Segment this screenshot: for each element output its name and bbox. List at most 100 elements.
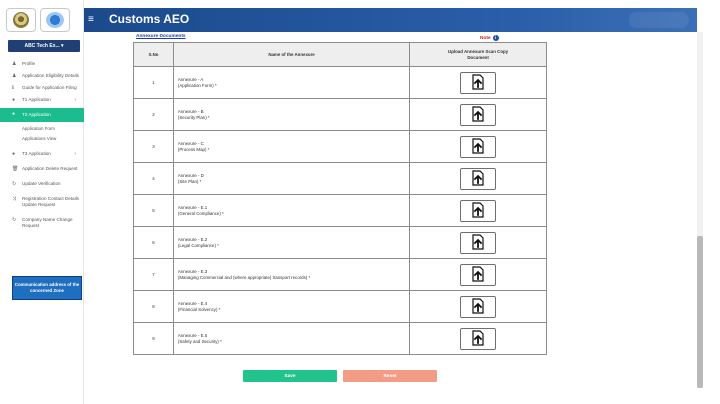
header-upload: Upload Annexure Scan Copy Document xyxy=(409,42,547,67)
table-row: 6 Annexure - E.2 (Legal Compliance) * xyxy=(133,226,547,259)
upload-icon-svg xyxy=(472,266,484,282)
upload-button[interactable] xyxy=(460,71,497,94)
page: ABC Tech Ex... ▾ ♟ Profile ♟ Application… xyxy=(0,0,720,404)
logo-row xyxy=(6,8,70,32)
table-row: 5 Annexure - E.1 (General Compliance) * xyxy=(133,194,547,227)
upload-icon-svg xyxy=(472,202,484,218)
app-header: ≡ Customs AEO xyxy=(84,8,697,32)
annexure-description: (Financial Solvency) * xyxy=(177,306,221,312)
row-sno: 8 xyxy=(133,290,174,323)
header-sno: S.No xyxy=(133,42,174,67)
header-decoration xyxy=(629,12,689,28)
table-row: 9 Annexure - E.5 (Safety and Security) * xyxy=(133,322,547,355)
upload-icon-svg xyxy=(472,170,484,186)
annexure-description: (Process Map) * xyxy=(177,146,210,152)
sidebar-item-profile[interactable]: ♟ Profile xyxy=(0,58,84,70)
sidebar-item-update-verification[interactable]: ↻ Update Verification xyxy=(0,178,84,190)
upload-icon-svg xyxy=(472,74,484,90)
row-annexure-name: Annexure - B (Security Plan) * xyxy=(172,98,411,131)
upload-icon-svg xyxy=(472,234,484,250)
shuffle-icon: ⤨ xyxy=(12,196,17,202)
upload-icon-svg xyxy=(472,138,484,154)
sidebar-item-guide[interactable]: ℹ Guide for Application Filing xyxy=(0,82,84,94)
aeo-logo xyxy=(40,8,70,32)
row-upload-cell xyxy=(409,322,547,355)
upload-file-icon xyxy=(471,138,485,155)
upload-icon-svg xyxy=(472,298,484,314)
annexure-description: (Site Plan) * xyxy=(177,178,202,184)
info-icon[interactable]: i xyxy=(492,35,499,41)
row-sno: 3 xyxy=(133,130,174,163)
row-annexure-name: Annexure - E.4 (Financial Solvency) * xyxy=(172,290,411,323)
info-icon: ℹ xyxy=(12,85,14,91)
company-selector[interactable]: ABC Tech Ex... ▾ xyxy=(8,40,80,52)
save-button[interactable]: Save xyxy=(243,370,337,382)
zone-address-notice[interactable]: Communication address of the concerned Z… xyxy=(12,276,82,300)
row-sno: 6 xyxy=(133,226,174,259)
row-sno: 7 xyxy=(133,258,174,291)
sidebar-item-delete-request[interactable]: 🗑 Application Delete Request xyxy=(0,163,84,175)
upload-file-icon xyxy=(471,330,485,347)
row-sno: 1 xyxy=(133,66,174,99)
annexure-description: (Managing Commercial and (where appropri… xyxy=(177,274,311,280)
upload-file-icon xyxy=(471,202,485,219)
table-row: 7 Annexure - E.3 (Managing Commercial and … xyxy=(133,258,547,291)
sidebar-subitem-applications-view[interactable]: Applications View xyxy=(0,134,84,144)
chevron-right-icon: › xyxy=(74,151,76,157)
note-label: Note xyxy=(480,35,491,41)
sidebar-item-name-change[interactable]: ↻ Company Name Change Request xyxy=(0,214,84,232)
annexure-description: (Safety and Security) * xyxy=(177,338,222,344)
row-annexure-name: Annexure - E.3 (Managing Commercial and (… xyxy=(172,258,411,291)
upload-button[interactable] xyxy=(460,327,497,350)
table-row: 4 Annexure - D (Site Plan) * xyxy=(133,162,547,195)
sidebar-item-t2[interactable]: ● T2 Application xyxy=(0,108,84,122)
user-icon: ♟ xyxy=(12,73,17,79)
table-header-row: S.No Name of the Annexure Upload Annexur… xyxy=(133,42,547,67)
row-annexure-name: Annexure - D (Site Plan) * xyxy=(172,162,411,195)
row-annexure-name: Annexure - A (Application Form) * xyxy=(172,66,411,99)
upload-file-icon xyxy=(471,170,485,187)
circle-icon: ● xyxy=(12,97,16,103)
sidebar-subitem-application-form[interactable]: Application Form xyxy=(0,124,84,134)
row-upload-cell xyxy=(409,258,547,291)
row-upload-cell xyxy=(409,226,547,259)
header-annexure-name: Name of the Annexure xyxy=(172,42,411,67)
upload-button[interactable] xyxy=(460,199,497,222)
upload-button[interactable] xyxy=(460,135,497,158)
upload-button[interactable] xyxy=(460,231,497,254)
row-upload-cell xyxy=(409,290,547,323)
sidebar-item-t1[interactable]: ● T1 Application › xyxy=(0,94,84,106)
upload-file-icon xyxy=(471,74,485,91)
annexure-description: (Security Plan) * xyxy=(177,114,210,120)
trash-icon: 🗑 xyxy=(12,166,19,172)
upload-button[interactable] xyxy=(460,103,497,126)
upload-button[interactable] xyxy=(460,263,497,286)
note[interactable]: Note i xyxy=(480,35,499,41)
sidebar-nav: ♟ Profile ♟ Application Eligibility Deta… xyxy=(0,58,84,232)
row-annexure-name: Annexure - E.5 (Safety and Security) * xyxy=(172,322,411,355)
sidebar-item-contact-update[interactable]: ⤨ Registration Contact Details Update Re… xyxy=(0,193,84,211)
row-upload-cell xyxy=(409,130,547,163)
upload-file-icon xyxy=(471,106,485,123)
row-annexure-name: Annexure - C (Process Map) * xyxy=(172,130,411,163)
row-upload-cell xyxy=(409,194,547,227)
annexure-description: (Legal Compliance) * xyxy=(177,242,219,248)
reset-button[interactable]: Reset xyxy=(343,370,437,382)
upload-button[interactable] xyxy=(460,295,497,318)
circle-icon: ● xyxy=(12,151,16,157)
sidebar-item-eligibility[interactable]: ♟ Application Eligibility Details xyxy=(0,70,84,82)
scrollbar-thumb[interactable] xyxy=(697,236,703,388)
refresh-icon: ↻ xyxy=(12,181,17,187)
row-upload-cell xyxy=(409,98,547,131)
row-upload-cell xyxy=(409,162,547,195)
upload-button[interactable] xyxy=(460,167,497,190)
row-annexure-name: Annexure - E.2 (Legal Compliance) * xyxy=(172,226,411,259)
sidebar-item-t3[interactable]: ● T3 Application › xyxy=(0,148,84,160)
annexure-description: (General Compliance) * xyxy=(177,210,224,216)
table-row: 1 Annexure - A (Application Form) * xyxy=(133,66,547,99)
upload-file-icon xyxy=(471,234,485,251)
circle-icon: ● xyxy=(12,111,16,117)
hamburger-icon[interactable]: ≡ xyxy=(88,14,98,25)
main-content: Annexure Documents Note i S.No Name of t… xyxy=(84,32,697,396)
table-row: 8 Annexure - E.4 (Financial Solvency) * xyxy=(133,290,547,323)
